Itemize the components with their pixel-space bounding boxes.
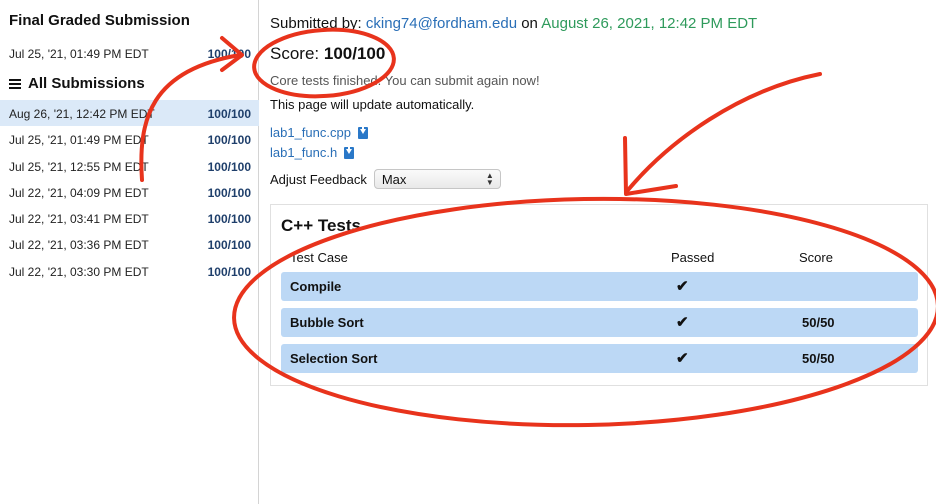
test-name: Bubble Sort: [290, 315, 364, 330]
adjust-feedback-label: Adjust Feedback: [270, 171, 367, 187]
submitter-email-link[interactable]: cking74@fordham.edu: [366, 15, 517, 32]
submission-date: Jul 22, '21, 03:30 PM EDT: [9, 264, 149, 279]
submission-item[interactable]: Jul 25, '21, 01:49 PM EDT 100/100: [0, 126, 259, 152]
select-arrows-icon: ▲ ▼: [485, 171, 494, 187]
submission-score: 100/100: [207, 159, 251, 174]
check-icon: ✔: [676, 314, 689, 331]
test-name: Compile: [290, 279, 342, 294]
download-icon[interactable]: [357, 126, 368, 139]
all-submissions-label: All Submissions: [28, 75, 145, 92]
submission-detail: Submitted by: cking74@fordham.edu on Aug…: [270, 0, 936, 504]
tests-panel: C++ Tests Test Case Passed Score Compile…: [270, 204, 928, 386]
all-submissions-title: All Submissions: [9, 75, 145, 92]
submission-item[interactable]: Jul 22, '21, 03:36 PM EDT 100/100: [0, 231, 259, 257]
test-row-compile[interactable]: Compile ✔: [281, 272, 918, 301]
final-graded-submission[interactable]: Jul 25, '21, 01:49 PM EDT 100/100: [0, 41, 259, 65]
submission-date: Jul 22, '21, 03:36 PM EDT: [9, 238, 149, 253]
status-message: Core tests finished. You can submit agai…: [270, 73, 540, 88]
submission-item[interactable]: Jul 22, '21, 03:30 PM EDT 100/100: [0, 258, 259, 284]
score-value: 100/100: [323, 44, 386, 63]
test-row-bubble-sort[interactable]: Bubble Sort ✔ 50/50: [281, 308, 918, 337]
header-test-case: Test Case: [290, 250, 348, 265]
submission-item[interactable]: Jul 22, '21, 03:41 PM EDT 100/100: [0, 205, 259, 231]
submission-list: Aug 26, '21, 12:42 PM EDT 100/100 Jul 25…: [0, 100, 259, 284]
submission-score: 100/100: [207, 185, 251, 200]
submission-date: Jul 22, '21, 04:09 PM EDT: [9, 185, 149, 200]
adjust-feedback-value: Max: [381, 172, 407, 187]
submissions-sidebar: Final Graded Submission Jul 25, '21, 01:…: [0, 0, 259, 504]
submitted-by-line: Submitted by: cking74@fordham.edu on Aug…: [270, 15, 757, 32]
adjust-feedback-select[interactable]: Max ▲ ▼: [373, 169, 501, 189]
submission-item[interactable]: Jul 25, '21, 12:55 PM EDT 100/100: [0, 153, 259, 179]
total-score: Score: 100/100: [270, 44, 385, 64]
submitted-date: August 26, 2021, 12:42 PM EDT: [541, 15, 758, 32]
file-link-h[interactable]: lab1_func.h: [270, 145, 355, 160]
final-graded-title: Final Graded Submission: [9, 12, 190, 29]
submission-score: 100/100: [207, 264, 251, 279]
submission-date: Jul 25, '21, 01:49 PM EDT: [9, 133, 149, 148]
tests-title: C++ Tests: [281, 216, 362, 235]
check-icon: ✔: [676, 278, 689, 295]
submission-score: 100/100: [207, 212, 251, 227]
file-link-cpp[interactable]: lab1_func.cpp: [270, 125, 368, 140]
file-name: lab1_func.cpp: [270, 125, 351, 140]
final-submission-date: Jul 25, '21, 01:49 PM EDT: [9, 47, 149, 61]
auto-update-message: This page will update automatically.: [270, 97, 475, 112]
submission-item[interactable]: Aug 26, '21, 12:42 PM EDT 100/100: [0, 100, 259, 127]
header-score: Score: [799, 250, 833, 265]
file-name: lab1_func.h: [270, 145, 338, 160]
submission-item[interactable]: Jul 22, '21, 04:09 PM EDT 100/100: [0, 179, 259, 205]
score-label: Score:: [270, 44, 320, 63]
submission-score: 100/100: [207, 107, 251, 121]
download-icon[interactable]: [344, 146, 355, 159]
submission-score: 100/100: [207, 133, 251, 148]
header-passed: Passed: [671, 250, 715, 265]
submission-date: Jul 25, '21, 12:55 PM EDT: [9, 159, 149, 174]
submission-date: Jul 22, '21, 03:41 PM EDT: [9, 212, 149, 227]
submission-score: 100/100: [207, 238, 251, 253]
adjust-feedback-row: Adjust Feedback Max ▲ ▼: [270, 169, 501, 189]
submitted-by-label: Submitted by:: [270, 15, 362, 32]
submission-date: Aug 26, '21, 12:42 PM EDT: [9, 107, 155, 121]
menu-icon: [9, 78, 21, 89]
check-icon: ✔: [676, 350, 689, 367]
test-name: Selection Sort: [290, 351, 378, 366]
final-submission-score: 100/100: [207, 47, 251, 61]
test-score: 50/50: [802, 315, 835, 330]
test-score: 50/50: [802, 351, 835, 366]
on-word: on: [521, 15, 538, 32]
test-row-selection-sort[interactable]: Selection Sort ✔ 50/50: [281, 344, 918, 373]
